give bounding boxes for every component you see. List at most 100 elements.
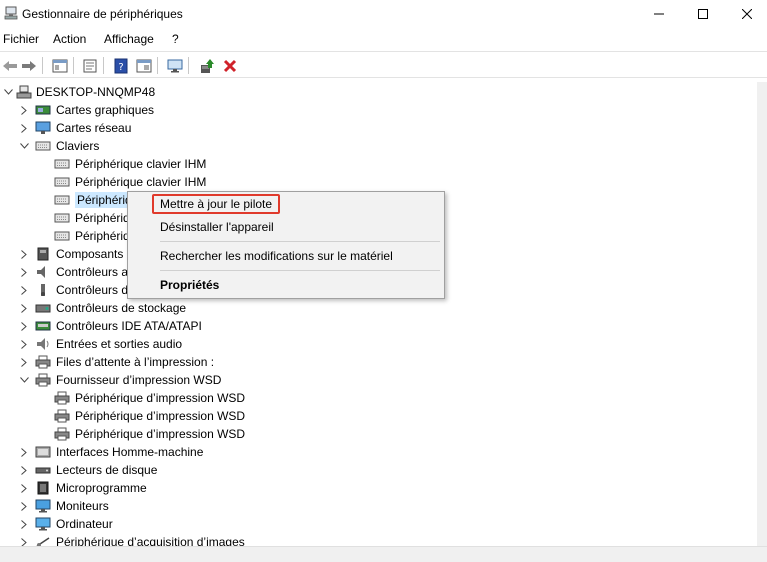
tree-item-label: Cartes graphiques xyxy=(56,103,155,117)
expand-arrow-icon[interactable] xyxy=(19,482,29,494)
tree-item-label: Claviers xyxy=(56,139,100,153)
tree-item-label: Périphériq xyxy=(75,229,130,243)
tree-device-item[interactable]: Périphérique clavier IHM xyxy=(0,155,757,173)
uninstall-button[interactable] xyxy=(220,56,239,75)
tree-item-label: Contrôleurs IDE ATA/ATAPI xyxy=(56,319,202,333)
tree-device-item[interactable]: Périphérique d’impression WSD xyxy=(0,425,757,443)
tree-item-label: Périphériq xyxy=(75,192,134,208)
tree-item-label: Contrôleurs d xyxy=(56,283,129,297)
keyboard-icon xyxy=(54,195,70,205)
monitor-icon xyxy=(35,499,51,513)
tree-device-item[interactable]: Périphérique d’impression WSD xyxy=(0,407,757,425)
tree-category-item[interactable]: Fournisseur d’impression WSD xyxy=(0,371,757,389)
horizontal-scrollbar[interactable] xyxy=(0,546,767,562)
uninstall-device-menu-item[interactable]: Désinstaller l'appareil xyxy=(128,216,444,238)
minimize-icon xyxy=(654,13,664,15)
toolbar-separator xyxy=(157,57,158,74)
expand-arrow-icon[interactable] xyxy=(19,464,29,476)
tree-item-label: Cartes réseau xyxy=(56,121,132,135)
tree-item-label: Périphérique clavier IHM xyxy=(75,175,207,189)
keyboard-icon xyxy=(54,231,70,241)
update-driver-button[interactable] xyxy=(197,56,216,75)
menu-fichier[interactable]: Fichier xyxy=(3,32,39,46)
tree-device-item[interactable]: Périphérique clavier IHM xyxy=(0,173,757,191)
tree-item-label: Périphérique d’impression WSD xyxy=(75,391,246,405)
camera-icon xyxy=(36,537,50,546)
device-tree: DESKTOP-NNQMP48 Cartes graphiques Cartes … xyxy=(0,82,757,546)
expand-arrow-icon[interactable] xyxy=(19,446,29,458)
collapse-arrow-icon[interactable] xyxy=(3,86,13,98)
tree-category-item[interactable]: Claviers xyxy=(0,137,757,155)
properties-button[interactable] xyxy=(80,56,99,75)
back-button[interactable] xyxy=(0,56,19,75)
tree-category-item[interactable]: Interfaces Homme-machine xyxy=(0,443,757,461)
tree-category-item[interactable]: Microprogramme xyxy=(0,479,757,497)
minimize-button[interactable] xyxy=(636,0,682,28)
expand-arrow-icon[interactable] xyxy=(19,356,29,368)
display-adapter-icon xyxy=(35,105,51,115)
expand-arrow-icon[interactable] xyxy=(19,518,29,530)
printer-icon xyxy=(35,373,51,387)
menu-item-label: Mettre à jour le pilote xyxy=(160,197,273,211)
expand-arrow-icon[interactable] xyxy=(19,122,29,134)
expand-arrow-icon[interactable] xyxy=(19,302,29,314)
tree-category-item[interactable]: Entrées et sorties audio xyxy=(0,335,757,353)
menu-action[interactable]: Action xyxy=(53,32,86,46)
tree-category-item[interactable]: Contrôleurs de stockage xyxy=(0,299,757,317)
expand-arrow-icon[interactable] xyxy=(19,338,29,350)
expand-arrow-icon[interactable] xyxy=(19,248,29,260)
root-label: DESKTOP-NNQMP48 xyxy=(36,85,156,99)
back-icon xyxy=(2,60,17,71)
menu-help[interactable]: ? xyxy=(172,32,179,46)
tree-category-item[interactable]: Ordinateur xyxy=(0,515,757,533)
expand-arrow-icon[interactable] xyxy=(19,536,29,546)
device-manager-icon xyxy=(4,6,18,20)
help-icon: ? xyxy=(114,58,127,73)
properties-icon xyxy=(83,59,96,72)
tree-category-item[interactable]: Périphérique d’acquisition d’images xyxy=(0,533,757,546)
keyboard-icon xyxy=(35,141,51,151)
help-button[interactable]: ? xyxy=(111,56,130,75)
expand-arrow-icon[interactable] xyxy=(19,320,29,332)
menu-affichage[interactable]: Affichage xyxy=(104,32,154,46)
maximize-button[interactable] xyxy=(680,0,726,28)
toolbar-separator xyxy=(42,57,43,74)
tree-device-item[interactable]: Périphérique d’impression WSD xyxy=(0,389,757,407)
svg-text:?: ? xyxy=(118,62,123,73)
title-bar: Gestionnaire de périphériques xyxy=(0,0,767,28)
tree-category-item[interactable]: Lecteurs de disque xyxy=(0,461,757,479)
expand-arrow-icon[interactable] xyxy=(19,284,29,296)
menu-item-label: Désinstaller l'appareil xyxy=(160,220,274,234)
tree-item-label: Périphérique d’impression WSD xyxy=(75,427,246,441)
scan-hardware-menu-item[interactable]: Rechercher les modifications sur le maté… xyxy=(128,245,444,267)
vertical-scrollbar[interactable] xyxy=(757,82,767,546)
tree-category-item[interactable]: Cartes graphiques xyxy=(0,101,757,119)
update-driver-menu-item[interactable]: Mettre à jour le pilote xyxy=(128,193,444,215)
menu-item-label: Propriétés xyxy=(160,278,220,292)
collapse-arrow-icon[interactable] xyxy=(19,374,29,386)
toolbar-separator xyxy=(188,57,189,74)
menu-separator xyxy=(160,270,440,271)
properties-menu-item[interactable]: Propriétés xyxy=(128,274,444,296)
speaker-icon xyxy=(37,338,49,350)
tree-category-item[interactable]: Cartes réseau xyxy=(0,119,757,137)
tree-category-item[interactable]: Contrôleurs IDE ATA/ATAPI xyxy=(0,317,757,335)
monitor-button[interactable] xyxy=(165,56,184,75)
tree-item-label: Interfaces Homme-machine xyxy=(56,445,204,459)
close-icon xyxy=(742,9,752,19)
ide-controller-icon xyxy=(35,321,51,331)
tree-category-item[interactable]: Files d’attente à l’impression : xyxy=(0,353,757,371)
expand-arrow-icon[interactable] xyxy=(19,500,29,512)
tree-root[interactable]: DESKTOP-NNQMP48 xyxy=(0,83,757,101)
storage-controller-icon xyxy=(35,304,51,313)
expand-arrow-icon[interactable] xyxy=(19,104,29,116)
collapse-arrow-icon[interactable] xyxy=(19,140,29,152)
tree-item-label: Lecteurs de disque xyxy=(56,463,158,477)
tree-category-item[interactable]: Moniteurs xyxy=(0,497,757,515)
forward-button[interactable] xyxy=(19,56,38,75)
expand-arrow-icon[interactable] xyxy=(19,266,29,278)
view-button[interactable] xyxy=(134,56,153,75)
close-button[interactable] xyxy=(724,0,767,28)
console-tree-button[interactable] xyxy=(50,56,69,75)
tree-item-label: Composants xyxy=(56,247,124,261)
